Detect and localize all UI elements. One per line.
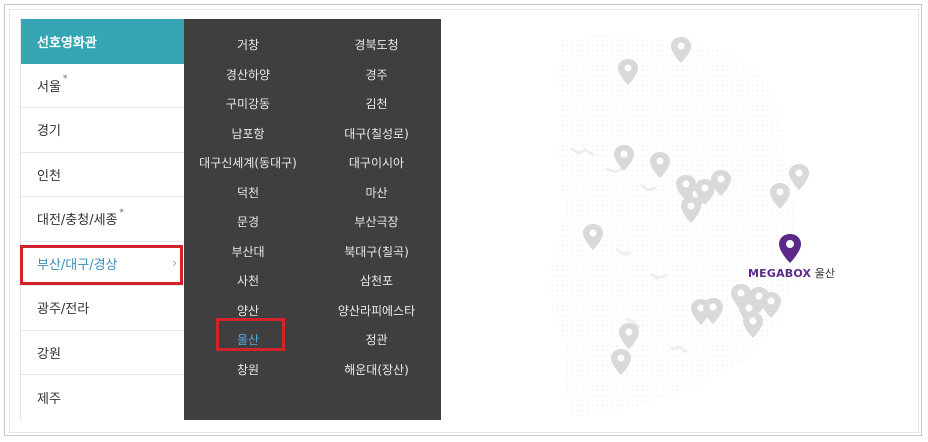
map-svg — [548, 34, 809, 418]
region-tab-label: 강원 — [37, 346, 61, 362]
region-sidebar: 선호영화관 서울 * 경기 인천 대전/충청/세종 * 부산/대구/경상 › 광… — [20, 19, 185, 420]
region-tab-label: 인천 — [37, 168, 61, 184]
region-tab-gyeonggi[interactable]: 경기 — [21, 108, 185, 153]
region-tab-label: 선호영화관 — [37, 35, 97, 51]
theater-link[interactable]: 경북도청 — [312, 31, 441, 61]
theater-link[interactable]: 김천 — [312, 90, 441, 120]
new-badge: * — [62, 74, 68, 85]
theater-link[interactable]: 사천 — [184, 267, 312, 297]
region-tab-label: 서울 — [37, 79, 61, 95]
theater-link[interactable]: 삼천포 — [312, 267, 441, 297]
map-landmass — [548, 34, 799, 418]
region-tab-favorite[interactable]: 선호영화관 — [21, 19, 185, 64]
theater-link[interactable]: 덕천 — [184, 179, 312, 209]
region-tab-seoul[interactable]: 서울 * — [21, 64, 185, 108]
theater-link[interactable]: 남포항 — [184, 120, 312, 150]
theater-link[interactable]: 경주 — [312, 61, 441, 91]
theater-link[interactable]: 거창 — [184, 31, 312, 61]
region-tab-gangwon[interactable]: 강원 — [21, 331, 185, 375]
map-pin-icon[interactable] — [789, 164, 809, 190]
theater-link[interactable]: 문경 — [184, 208, 312, 238]
theater-link[interactable]: 양산라피에스타 — [312, 297, 441, 327]
region-tab-label: 대전/충청/세종 — [37, 213, 118, 229]
theater-link[interactable]: 창원 — [184, 356, 312, 386]
theater-link[interactable]: 정관 — [312, 326, 441, 356]
theater-link[interactable]: 구미강동 — [184, 90, 312, 120]
theater-link[interactable]: 해운대(장산) — [312, 356, 441, 386]
theater-link[interactable]: 부산극장 — [312, 208, 441, 238]
region-tab-label: 광주/전라 — [37, 302, 90, 318]
theater-link[interactable]: 북대구(칠곡) — [312, 238, 441, 268]
brand-logo: MEGABOX — [748, 267, 812, 280]
theater-link[interactable]: 대구신세계(동대구) — [184, 149, 312, 179]
region-map: MEGABOX 울산 — [441, 19, 908, 420]
region-tab-label: 경기 — [37, 124, 61, 140]
new-badge: * — [119, 207, 125, 218]
theater-link[interactable]: 대구(칠성로) — [312, 120, 441, 150]
region-tab-gwangju[interactable]: 광주/전라 — [21, 286, 185, 331]
selected-theater-name: 울산 — [814, 267, 835, 280]
region-tab-daejeon[interactable]: 대전/충청/세종 * — [21, 197, 185, 242]
region-tab-label: 제주 — [37, 391, 61, 407]
region-tab-jeju[interactable]: 제주 — [21, 375, 185, 420]
theater-link[interactable]: 부산대 — [184, 238, 312, 268]
theater-link[interactable]: 대구이시아 — [312, 149, 441, 179]
theater-list-panel: 거창 경북도청 경산하양 경주 구미강동 김천 남포항 대구(칠성로) 대구신세… — [184, 19, 441, 420]
theater-link[interactable]: 경산하양 — [184, 61, 312, 91]
region-tab-incheon[interactable]: 인천 — [21, 153, 185, 197]
selected-theater-label: MEGABOX 울산 — [748, 265, 835, 281]
highlight-box-region — [20, 245, 183, 285]
theater-link[interactable]: 마산 — [312, 179, 441, 209]
highlight-box-theater — [216, 318, 285, 351]
